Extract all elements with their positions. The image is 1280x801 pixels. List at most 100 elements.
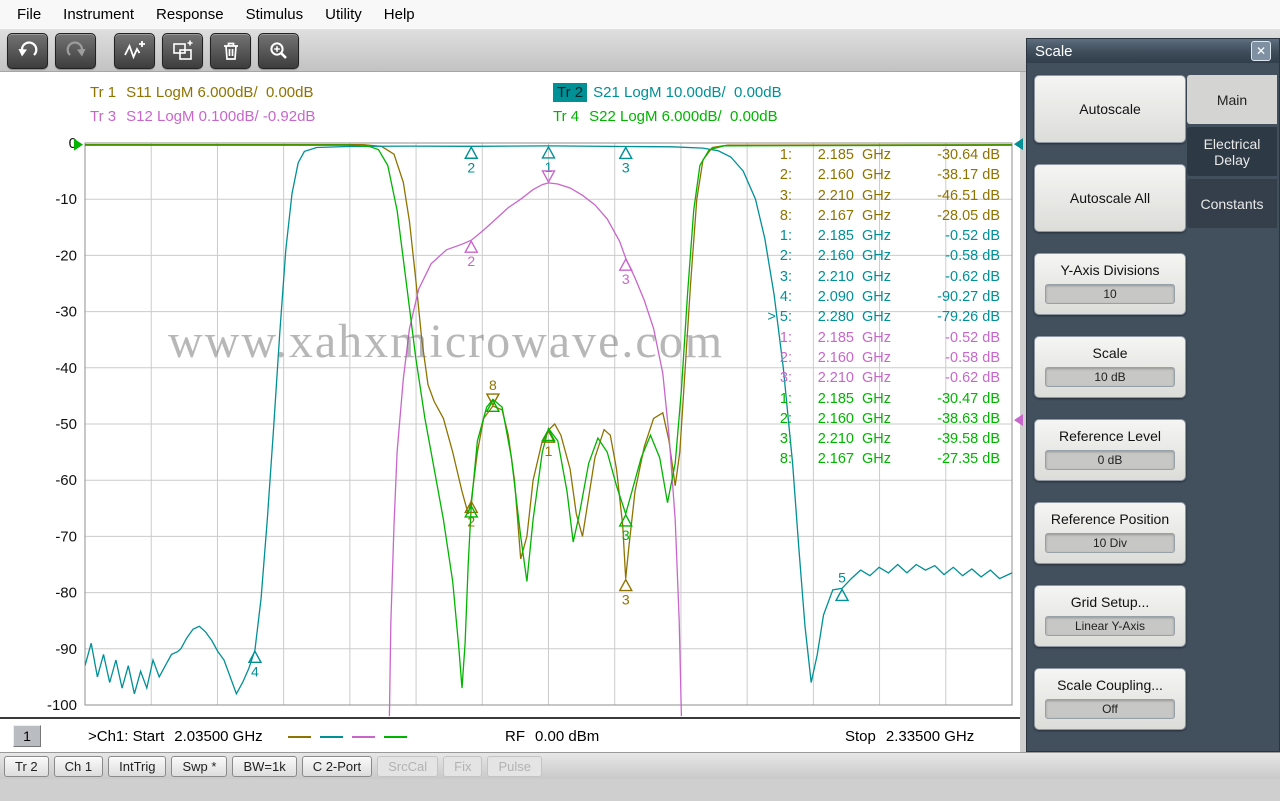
marker-table: 1: 2.185 GHz -30.64 dB 2: 2.160 GHz -38.17 dB 3:… — [752, 145, 1002, 470]
panel-button-autoscale[interactable]: Autoscale — [1034, 75, 1186, 143]
panel-button-scale[interactable]: Scale 10 dB — [1034, 336, 1186, 398]
marker-row: 3: 2.210 GHz -46.51 dB — [752, 186, 1002, 206]
legend-line-tr-1 — [288, 736, 311, 738]
delete-button[interactable] — [210, 32, 251, 69]
statusbar-button-bw-1k[interactable]: BW=1k — [232, 755, 297, 777]
plot-marker-label: 3 — [622, 159, 630, 175]
channel-stop-value: 2.33500 GHz — [885, 728, 975, 745]
panel-button-scale-coupling[interactable]: Scale Coupling... Off — [1034, 668, 1186, 730]
channel-start-label: >Ch1: Start — [88, 728, 165, 745]
panel-button-value[interactable]: 10 dB — [1045, 367, 1175, 387]
marker-unit: GHz — [862, 147, 891, 163]
panel-button-value[interactable]: 10 — [1045, 284, 1175, 304]
channel-start-readout: >Ch1: Start 2.03500 GHz — [88, 728, 263, 745]
status-bar: Tr 2 Ch 1 IntTrig Swp * BW=1k C 2-Port SrcCal F… — [0, 752, 1280, 779]
panel-button-y-axis-divisions[interactable]: Y-Axis Divisions 10 — [1034, 253, 1186, 315]
marker-value: -27.35 dB — [937, 451, 1000, 468]
marker-value: -30.64 dB — [937, 147, 1000, 163]
legend-line-tr-4 — [384, 736, 407, 738]
trace-id-tr-4[interactable]: Tr 4 — [553, 107, 583, 126]
tab-main[interactable]: Main — [1187, 75, 1277, 124]
trace-id-tr-2[interactable]: Tr 2 — [553, 83, 588, 102]
menu-item-file[interactable]: File — [6, 2, 52, 27]
statusbar-button-swp[interactable]: Swp * — [171, 755, 228, 777]
statusbar-button-pulse: Pulse — [487, 755, 542, 777]
menu-item-utility[interactable]: Utility — [314, 2, 373, 27]
rf-power-readout: RF 0.00 dBm — [505, 728, 599, 745]
statusbar-button-srccal: SrcCal — [377, 755, 439, 777]
statusbar-button-ch-1[interactable]: Ch 1 — [53, 755, 104, 777]
marker-number: 4: — [779, 289, 792, 306]
y-axis-label: -90 — [55, 641, 77, 658]
trash-icon — [223, 42, 238, 60]
plot-marker-label: 5 — [838, 569, 846, 585]
marker-frequency: 2.185 — [817, 390, 854, 407]
scale-panel-titlebar: Scale ✕ — [1027, 39, 1279, 63]
marker-unit: GHz — [862, 187, 891, 204]
marker-frequency: 2.280 — [817, 309, 854, 326]
add-trace-button[interactable] — [114, 32, 155, 69]
panel-button-label: Autoscale All — [1069, 190, 1151, 206]
marker-row: 2: 2.160 GHz -38.17 dB — [752, 165, 1002, 185]
copy-channel-button[interactable] — [162, 32, 203, 69]
panel-button-reference-position[interactable]: Reference Position 10 Div — [1034, 502, 1186, 564]
menu-item-instrument[interactable]: Instrument — [52, 2, 145, 27]
plot-marker-5 — [834, 587, 850, 602]
zoom-button[interactable] — [258, 32, 299, 69]
statusbar-button-c-2-port[interactable]: C 2-Port — [301, 755, 373, 777]
trace-title-tr-3: Tr 3 S12 LogM 0.100dB/ -0.92dB — [90, 108, 315, 125]
close-icon[interactable]: ✕ — [1251, 41, 1271, 61]
panel-button-grid-setup[interactable]: Grid Setup... Linear Y-Axis — [1034, 585, 1186, 647]
marker-row: 2: 2.160 GHz -0.58 dB — [752, 348, 1002, 368]
redo-button[interactable] — [55, 32, 96, 69]
marker-row: 3: 2.210 GHz -0.62 dB — [752, 368, 1002, 388]
panel-button-label: Reference Level — [1059, 428, 1161, 444]
statusbar-button-tr-2[interactable]: Tr 2 — [4, 755, 49, 777]
trace-title-tr-2: Tr 2 S21 LogM 10.00dB/ 0.00dB — [553, 83, 782, 102]
marker-frequency: 2.185 — [817, 329, 854, 346]
marker-row: > 5: 2.280 GHz -79.26 dB — [752, 307, 1002, 327]
panel-button-label: Reference Position — [1050, 511, 1170, 527]
trace-s12 — [388, 182, 683, 717]
marker-frequency: 2.185 — [817, 147, 854, 163]
tab-constants[interactable]: Constants — [1187, 179, 1277, 228]
trace-id-tr-1[interactable]: Tr 1 — [90, 83, 120, 102]
marker-frequency: 2.185 — [817, 228, 854, 245]
zoom-plus-icon — [269, 41, 287, 59]
rf-value: 0.00 dBm — [535, 728, 600, 745]
panel-button-reference-level[interactable]: Reference Level 0 dB — [1034, 419, 1186, 481]
marker-frequency: 2.160 — [817, 248, 854, 265]
trace-id-tr-3[interactable]: Tr 3 — [90, 107, 120, 126]
panel-button-value[interactable]: 0 dB — [1045, 450, 1175, 470]
panel-button-value[interactable]: 10 Div — [1045, 533, 1175, 553]
marker-number: 1: — [779, 390, 792, 407]
plot-marker-2 — [464, 239, 479, 253]
marker-row: 2: 2.160 GHz -0.58 dB — [752, 246, 1002, 266]
marker-frequency: 2.160 — [817, 349, 854, 366]
marker-unit: GHz — [862, 289, 891, 306]
plot-marker-label: 8 — [489, 377, 497, 393]
plot-marker-label: 2 — [467, 159, 475, 175]
panel-button-autoscale-all[interactable]: Autoscale All — [1034, 164, 1186, 232]
menu-item-stimulus[interactable]: Stimulus — [235, 2, 315, 27]
panel-button-label: Scale Coupling... — [1057, 677, 1163, 693]
panel-button-value[interactable]: Linear Y-Axis — [1045, 616, 1175, 636]
marker-unit: GHz — [862, 451, 891, 468]
marker-unit: GHz — [862, 349, 891, 366]
marker-frequency: 2.210 — [817, 431, 854, 448]
scale-panel-title: Scale — [1035, 42, 1073, 60]
y-axis-label: -10 — [55, 191, 77, 208]
panel-button-value[interactable]: Off — [1045, 699, 1175, 719]
undo-button[interactable] — [7, 32, 48, 69]
marker-number: 3: — [779, 431, 792, 448]
menu-item-help[interactable]: Help — [373, 2, 426, 27]
marker-row: 8: 2.167 GHz -28.05 dB — [752, 206, 1002, 226]
y-axis-label: -60 — [55, 472, 77, 489]
tab-electrical-delay[interactable]: Electrical Delay — [1187, 127, 1277, 176]
channel-number-tab[interactable]: 1 — [13, 725, 41, 747]
marker-unit: GHz — [862, 329, 891, 346]
marker-frequency: 2.090 — [817, 289, 854, 306]
statusbar-button-inttrig[interactable]: IntTrig — [108, 755, 167, 777]
plot-marker-label: 3 — [622, 592, 630, 608]
menu-item-response[interactable]: Response — [145, 2, 235, 27]
